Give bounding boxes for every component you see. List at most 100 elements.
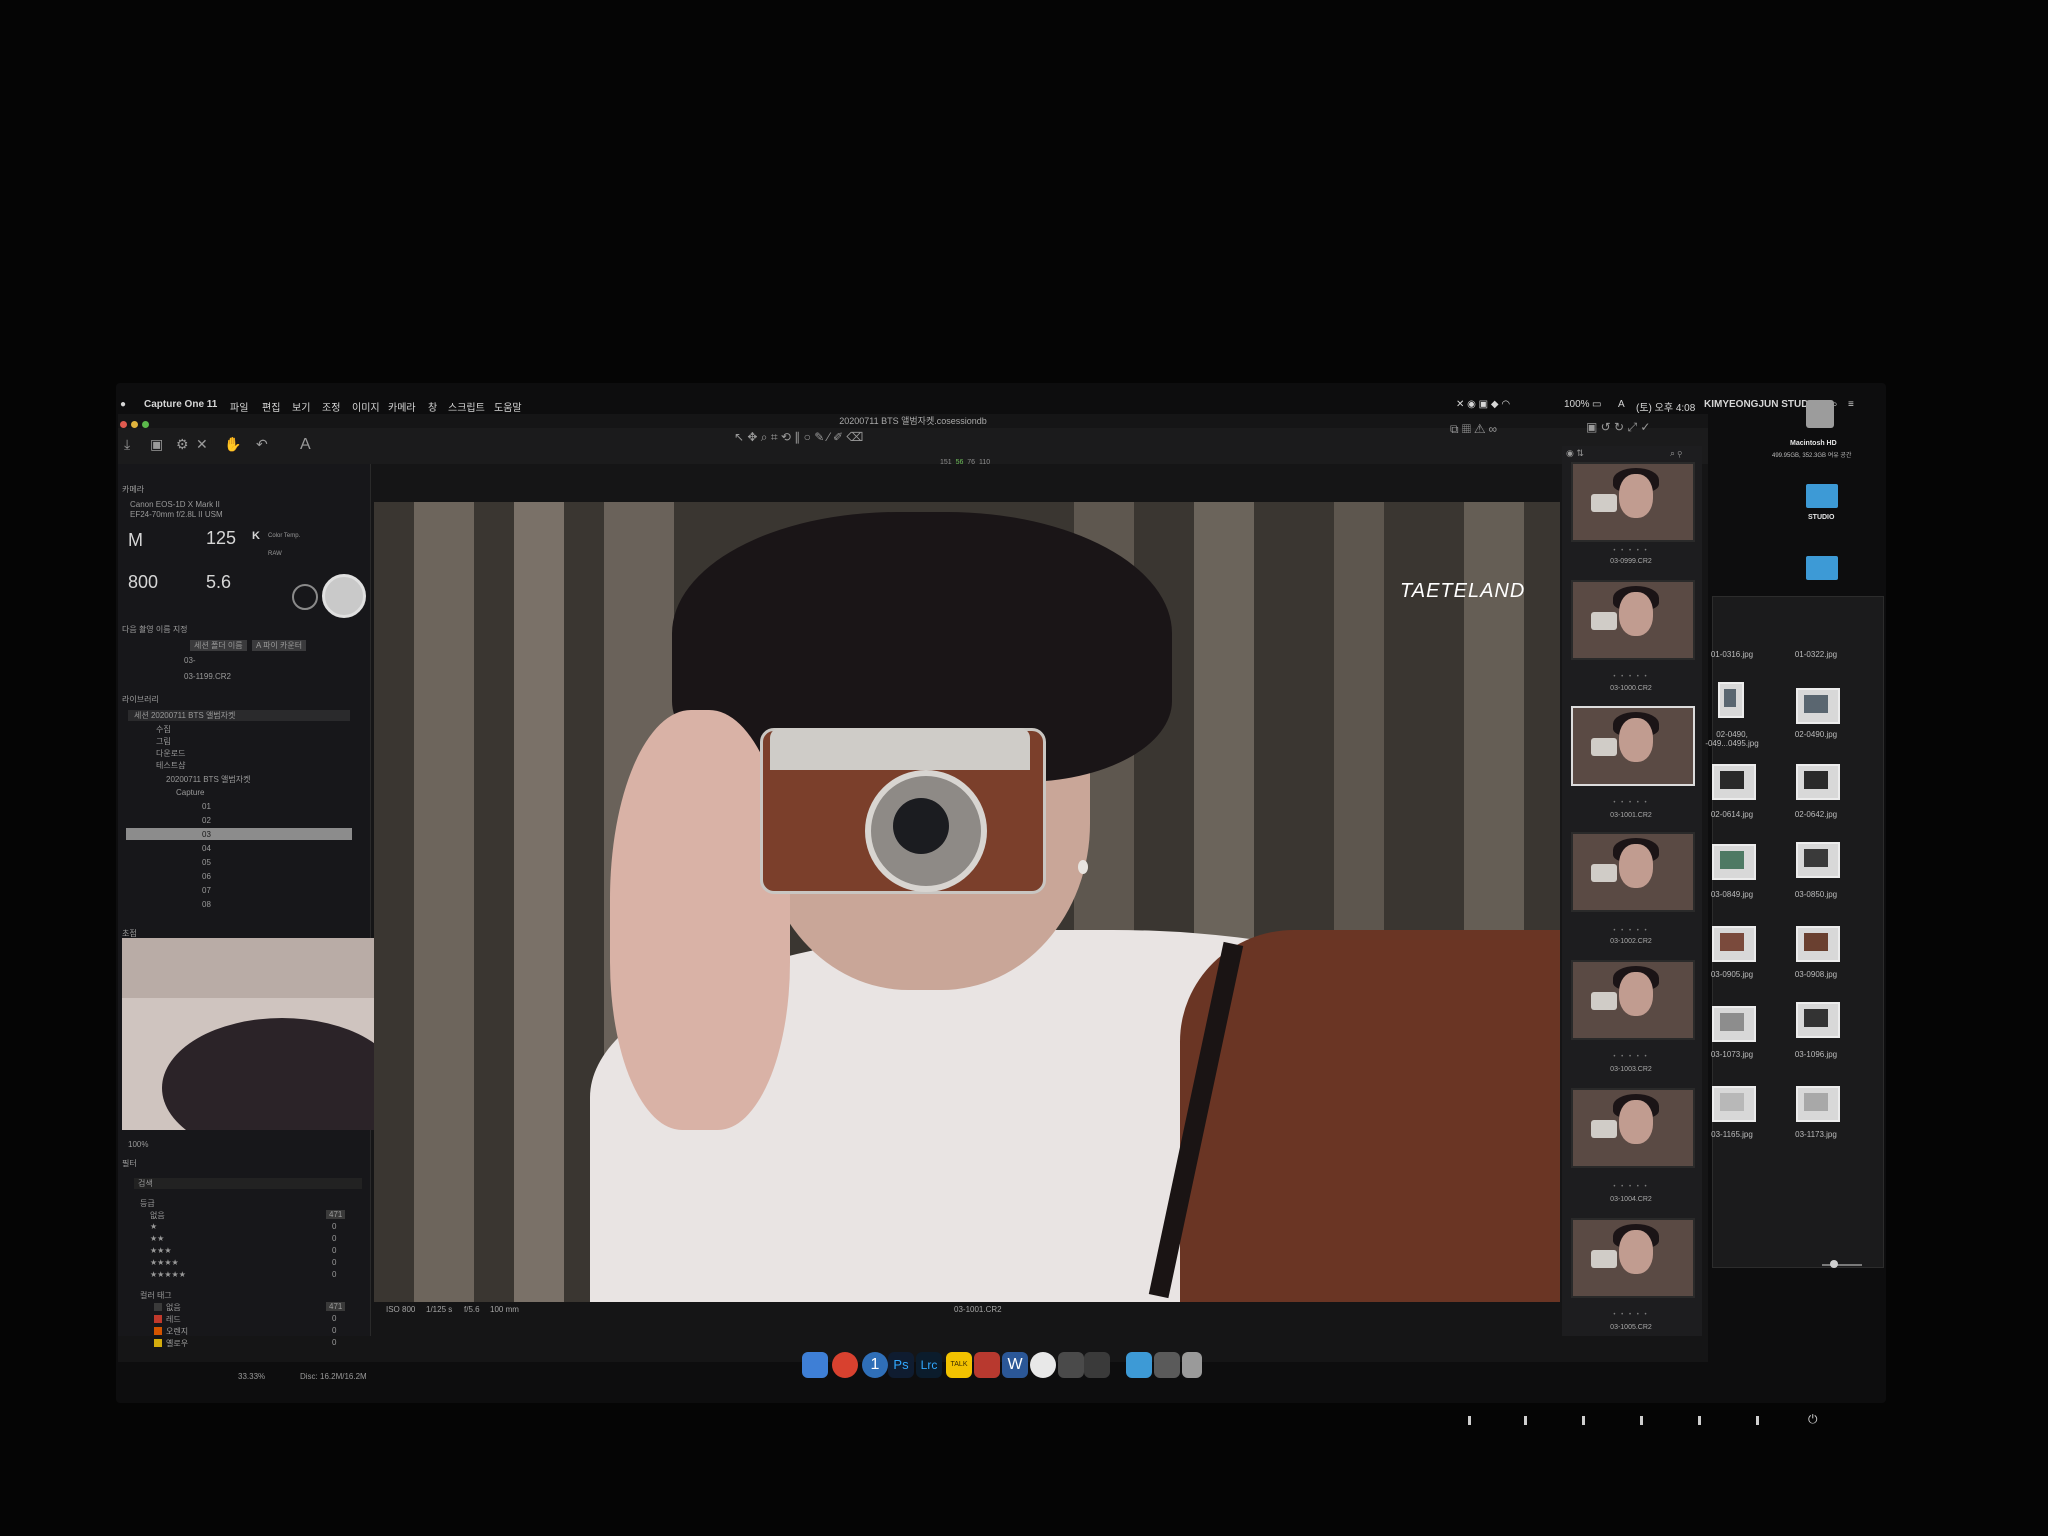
file-thumbnail[interactable] bbox=[1796, 842, 1840, 878]
notification-center-icon[interactable]: ≡ bbox=[1848, 399, 1854, 410]
thumb-rating-dots[interactable]: • • • • • bbox=[1571, 1054, 1691, 1060]
tools-icon[interactable] bbox=[1058, 1352, 1084, 1378]
chrome-icon[interactable] bbox=[832, 1352, 858, 1378]
filmstrip-thumb[interactable] bbox=[1571, 832, 1695, 912]
library-folder[interactable]: 02 bbox=[202, 816, 211, 825]
photo-booth-icon[interactable] bbox=[974, 1352, 1000, 1378]
file-name[interactable]: 03-1173.jpg bbox=[1786, 1130, 1846, 1139]
browser-search-icon[interactable]: ⌕ ⚲ bbox=[1670, 448, 1682, 459]
iso-value[interactable]: 800 bbox=[128, 572, 158, 593]
rating-row-label[interactable]: ★★★★ bbox=[150, 1258, 179, 1267]
color-tag-label[interactable]: 옐로우 bbox=[166, 1338, 188, 1349]
menu-camera[interactable]: 카메라 bbox=[388, 399, 416, 414]
power-icon[interactable]: ⏻ bbox=[1808, 1412, 1818, 1427]
file-thumbnail[interactable] bbox=[1796, 926, 1840, 962]
library-folder[interactable]: Capture bbox=[176, 788, 204, 797]
folder-icon[interactable] bbox=[1806, 484, 1838, 508]
menu-edit[interactable]: 편집 bbox=[262, 399, 280, 414]
file-thumbnail[interactable] bbox=[1796, 764, 1840, 800]
undo-icon[interactable]: ↶ bbox=[256, 436, 268, 453]
exposure-mode[interactable]: M bbox=[128, 530, 143, 551]
monitor-button[interactable] bbox=[1698, 1416, 1701, 1425]
icon-size-slider[interactable] bbox=[1822, 1264, 1862, 1266]
session-selector[interactable]: 세션 20200711 BTS 앨범자켓 bbox=[128, 710, 350, 721]
battery-percent[interactable]: 100% bbox=[1564, 399, 1590, 410]
file-name[interactable]: 02-0490.jpg bbox=[1786, 730, 1846, 739]
process-icon[interactable]: ⚙ bbox=[176, 436, 189, 453]
menu-help[interactable]: 도움말 bbox=[494, 399, 522, 414]
file-name[interactable]: 01-0316.jpg bbox=[1702, 650, 1762, 659]
rotate-tools[interactable]: ▣ ↺ ↻ ⤢ ✓ bbox=[1586, 420, 1650, 435]
library-folder[interactable]: 06 bbox=[202, 872, 211, 881]
input-source-icon[interactable]: A bbox=[1618, 399, 1625, 410]
file-name[interactable]: 03-0905.jpg bbox=[1702, 970, 1762, 979]
monitor-button[interactable] bbox=[1524, 1416, 1527, 1425]
view-tools[interactable]: ⧉ ▦ ⚠ ∞ bbox=[1450, 422, 1497, 437]
file-name[interactable]: 02-0614.jpg bbox=[1702, 810, 1762, 819]
camera-section-header[interactable]: 카메라 bbox=[122, 484, 144, 495]
filter-search-input[interactable]: 검색 bbox=[134, 1178, 362, 1189]
text-tool-icon[interactable]: A bbox=[300, 436, 311, 454]
downloads-folder-icon[interactable] bbox=[1126, 1352, 1152, 1378]
pan-hand-icon[interactable]: ✋ bbox=[224, 436, 241, 453]
naming-format-select[interactable]: 세션 폴더 이름 bbox=[190, 640, 247, 651]
thumb-rating-dots[interactable]: • • • • • bbox=[1571, 548, 1691, 554]
filmstrip-thumb[interactable] bbox=[1571, 462, 1695, 542]
color-tag-label[interactable]: 오렌지 bbox=[166, 1326, 188, 1337]
import-icon[interactable]: ⤓ bbox=[124, 436, 130, 453]
rating-row-label[interactable]: ★★★★★ bbox=[150, 1270, 186, 1279]
browser-view-icons[interactable]: ◉ ⇅ bbox=[1566, 448, 1584, 459]
naming-name-field[interactable]: 03- bbox=[184, 656, 196, 665]
file-thumbnail[interactable] bbox=[1796, 1086, 1840, 1122]
lightroom-classic-icon[interactable]: Lrc bbox=[916, 1352, 942, 1378]
drive-name[interactable]: Macintosh HD bbox=[1790, 440, 1837, 447]
file-name[interactable]: 03-0850.jpg bbox=[1786, 890, 1846, 899]
file-name[interactable]: 03-0908.jpg bbox=[1786, 970, 1846, 979]
library-header[interactable]: 라이브러리 bbox=[122, 694, 159, 705]
file-name[interactable]: 02-0490, -049...0495.jpg bbox=[1702, 730, 1762, 748]
trash-icon[interactable] bbox=[1182, 1352, 1202, 1378]
file-thumbnail[interactable] bbox=[1712, 926, 1756, 962]
desktop-folder-name[interactable]: STUDIO bbox=[1808, 514, 1834, 521]
apple-menu-icon[interactable]: ● bbox=[120, 399, 126, 410]
capture-camera-icon[interactable]: ▣ bbox=[150, 436, 163, 453]
wacom-icon[interactable] bbox=[1030, 1352, 1056, 1378]
kakaotalk-icon[interactable]: TALK bbox=[946, 1352, 972, 1378]
1password-icon[interactable]: 1 bbox=[862, 1352, 888, 1378]
thumb-rating-dots[interactable]: • • • • • bbox=[1571, 674, 1691, 680]
filmstrip-thumb[interactable] bbox=[1571, 960, 1695, 1040]
file-thumbnail[interactable] bbox=[1712, 1086, 1756, 1122]
file-name[interactable]: 03-1073.jpg bbox=[1702, 1050, 1762, 1059]
library-folder[interactable]: 08 bbox=[202, 900, 211, 909]
status-icons[interactable]: ✕ ◉ ▣ ◆ ◠ bbox=[1456, 399, 1510, 410]
monitor-button[interactable] bbox=[1756, 1416, 1759, 1425]
color-tag-label[interactable]: 레드 bbox=[166, 1314, 181, 1325]
zoom-window-button[interactable] bbox=[142, 421, 149, 428]
color-tag-label[interactable]: 없음 bbox=[166, 1302, 181, 1313]
file-thumbnail[interactable] bbox=[1796, 688, 1840, 724]
menu-image[interactable]: 이미지 bbox=[352, 399, 380, 414]
monitor-button[interactable] bbox=[1468, 1416, 1471, 1425]
folder-icon[interactable] bbox=[1806, 556, 1838, 580]
library-folder[interactable]: 수집 bbox=[156, 724, 171, 735]
live-view-button[interactable] bbox=[292, 584, 318, 610]
rating-row-label[interactable]: ★ bbox=[150, 1222, 157, 1231]
rating-row-label[interactable]: 없음 bbox=[150, 1210, 165, 1221]
file-name[interactable]: 03-0849.jpg bbox=[1702, 890, 1762, 899]
filmstrip-thumb[interactable] bbox=[1571, 1218, 1695, 1298]
finder-icon[interactable] bbox=[802, 1352, 828, 1378]
filmstrip-thumb-selected[interactable] bbox=[1571, 706, 1695, 786]
menu-adjust[interactable]: 조정 bbox=[322, 399, 340, 414]
menu-scripts[interactable]: 스크립트 bbox=[448, 399, 485, 414]
filmstrip-thumb[interactable] bbox=[1571, 580, 1695, 660]
thumb-rating-dots[interactable]: • • • • • bbox=[1571, 1184, 1691, 1190]
close-window-button[interactable] bbox=[120, 421, 127, 428]
library-folder[interactable]: 01 bbox=[202, 802, 211, 811]
menubar-user[interactable]: KIMYEONGJUN STUDIO bbox=[1704, 399, 1819, 410]
thumb-rating-dots[interactable]: • • • • • bbox=[1571, 928, 1691, 934]
file-thumbnail[interactable] bbox=[1712, 844, 1756, 880]
thumb-rating-dots[interactable]: • • • • • bbox=[1571, 1312, 1691, 1318]
thumb-rating-dots[interactable]: • • • • • bbox=[1571, 800, 1691, 806]
library-folder[interactable]: 07 bbox=[202, 886, 211, 895]
minimize-window-button[interactable] bbox=[131, 421, 138, 428]
